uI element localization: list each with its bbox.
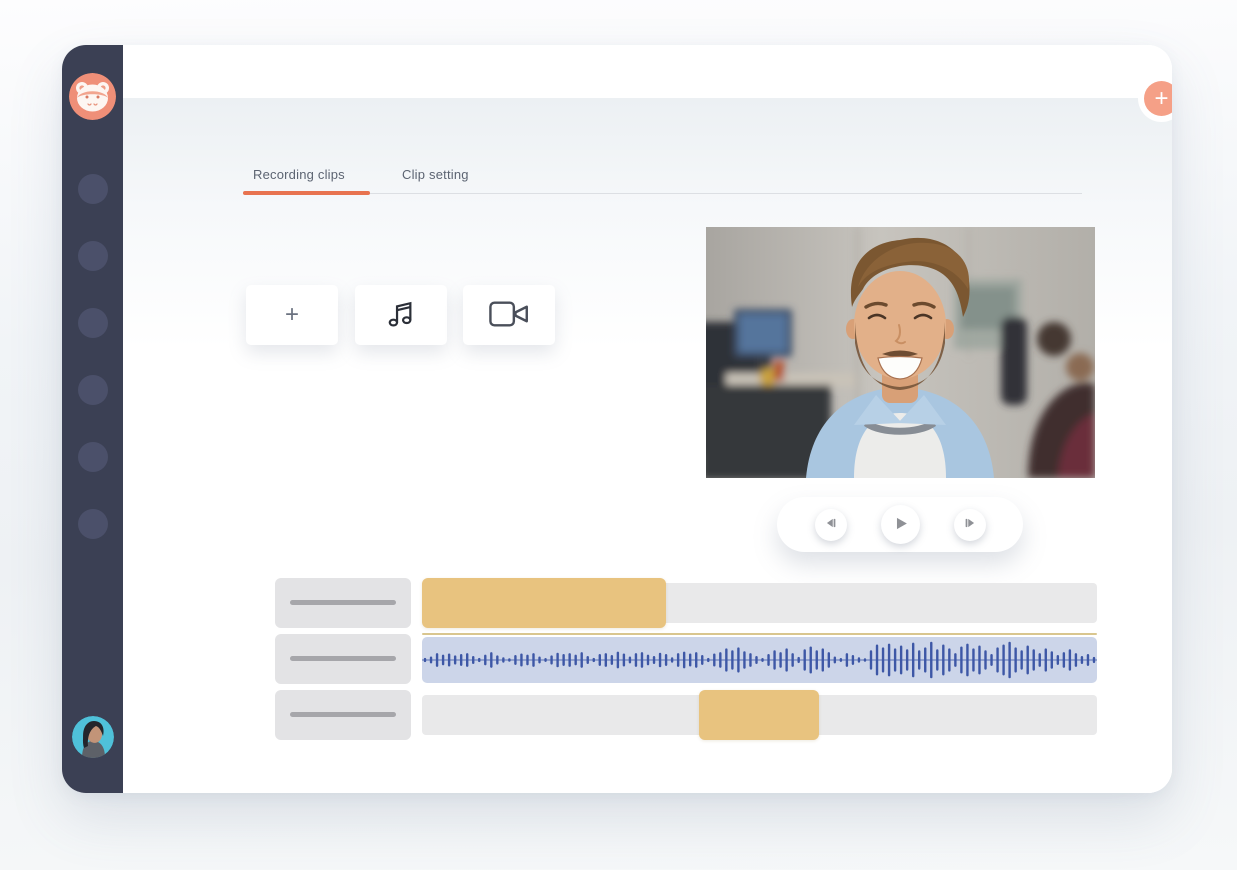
media-clip[interactable]: [699, 690, 819, 740]
video-camera-icon: [488, 297, 530, 334]
skip-back-icon: [824, 516, 838, 533]
previous-frame-button[interactable]: [815, 509, 847, 541]
track-handle[interactable]: [275, 578, 411, 628]
sidebar-nav-item-6[interactable]: [78, 509, 108, 539]
tab-recording-clips[interactable]: Recording clips: [253, 167, 345, 182]
tab-clip-setting[interactable]: Clip setting: [402, 167, 469, 182]
add-music-button[interactable]: [355, 285, 447, 345]
active-tab-indicator: [243, 191, 370, 195]
next-frame-button[interactable]: [954, 509, 986, 541]
audio-waveform-clip[interactable]: [422, 637, 1097, 683]
sidebar-nav-item-3[interactable]: [78, 308, 108, 338]
app-window: + Recording clips Clip setting +: [62, 45, 1172, 793]
header-bar: [123, 45, 1172, 98]
play-icon: [892, 515, 909, 535]
monkey-logo-icon: [69, 73, 116, 120]
sidebar: [62, 45, 123, 793]
page-background: + Recording clips Clip setting +: [0, 0, 1237, 870]
track-row: [275, 690, 1172, 740]
track-handle[interactable]: [275, 634, 411, 684]
music-note-icon: [382, 295, 420, 336]
main-content: + Recording clips Clip setting +: [123, 45, 1172, 793]
track-row: [275, 578, 1172, 628]
add-video-button[interactable]: [463, 285, 555, 345]
skip-forward-icon: [963, 516, 977, 533]
add-clip-button[interactable]: +: [246, 285, 338, 345]
video-preview[interactable]: [706, 227, 1095, 478]
track-handle[interactable]: [275, 690, 411, 740]
sidebar-nav-item-2[interactable]: [78, 241, 108, 271]
play-button[interactable]: [881, 505, 920, 544]
track-lane[interactable]: [422, 634, 1097, 684]
sidebar-nav-item-5[interactable]: [78, 442, 108, 472]
track-lane[interactable]: [422, 578, 1097, 628]
sidebar-nav-item-4[interactable]: [78, 375, 108, 405]
sidebar-nav-item-1[interactable]: [78, 174, 108, 204]
clip-top-marker: [422, 633, 1097, 635]
track-lane[interactable]: [422, 690, 1097, 740]
add-button[interactable]: +: [1144, 81, 1172, 116]
media-clip[interactable]: [422, 578, 666, 628]
playback-controls: [777, 497, 1023, 552]
track-row: [275, 634, 1172, 684]
user-avatar[interactable]: [72, 716, 114, 758]
